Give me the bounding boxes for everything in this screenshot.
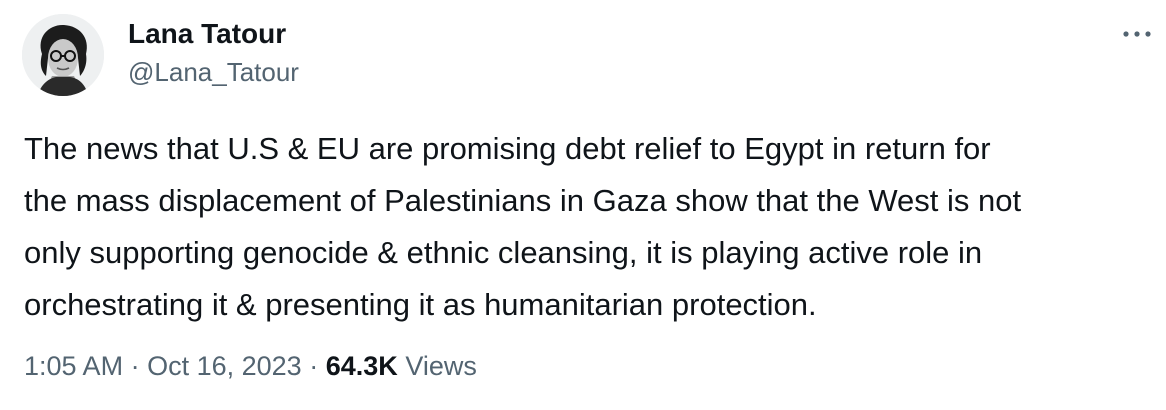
author-handle[interactable]: @Lana_Tatour — [128, 55, 299, 89]
tweet-text: The news that U.S & EU are promising deb… — [24, 123, 1158, 331]
views-label: Views — [405, 351, 477, 381]
more-options-icon — [1123, 31, 1151, 37]
tweet-time[interactable]: 1:05 AM — [24, 351, 123, 381]
avatar[interactable] — [22, 14, 104, 96]
tweet-text-line: only supporting genocide & ethnic cleans… — [24, 235, 983, 270]
tweet-meta: 1:05 AM · Oct 16, 2023 · 64.3K Views — [24, 347, 477, 385]
more-options-button[interactable] — [1118, 26, 1158, 42]
author-name[interactable]: Lana Tatour — [128, 16, 299, 52]
views-count[interactable]: 64.3K — [326, 351, 398, 381]
tweet-text-line: the mass displacement of Palestinians in… — [24, 183, 1022, 218]
tweet-text-line: The news that U.S & EU are promising deb… — [24, 131, 991, 166]
previous-content-edge — [0, 0, 1166, 4]
author-block: Lana Tatour @Lana_Tatour — [128, 16, 299, 89]
profile-photo-image — [22, 14, 104, 96]
tweet-text-line: orchestrating it & presenting it as huma… — [24, 287, 817, 322]
meta-separator: · — [130, 351, 140, 381]
tweet-date[interactable]: Oct 16, 2023 — [147, 351, 302, 381]
meta-separator: · — [309, 351, 319, 381]
